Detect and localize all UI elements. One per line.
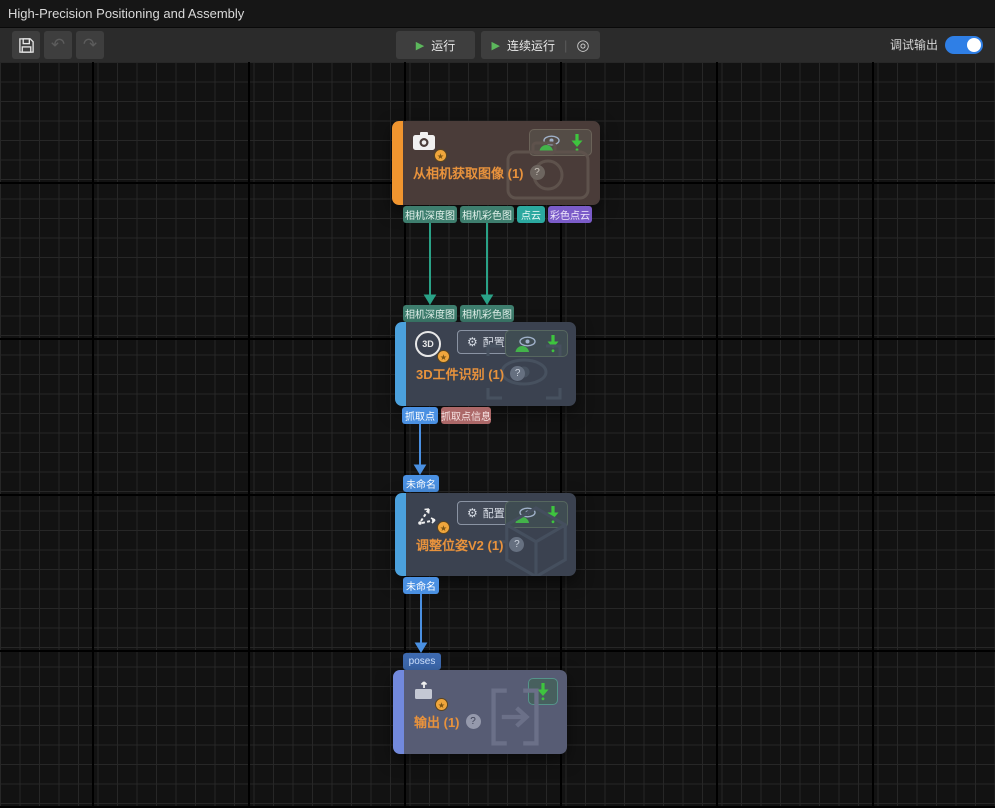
port-pick-point[interactable]: 抓取点 — [402, 407, 438, 424]
node-category-strip — [395, 493, 406, 576]
undo-button[interactable]: ↶ — [44, 31, 72, 59]
node-title-text: 3D工件识别 (1) — [416, 364, 504, 383]
step-run-icon[interactable] — [571, 133, 583, 152]
node-title: 调整位姿V2 (1) ? — [416, 535, 524, 554]
node-category-strip — [395, 322, 406, 406]
graph-canvas[interactable]: ★ — [0, 62, 995, 808]
debug-output-label: 调试输出 — [890, 28, 938, 62]
help-icon[interactable]: ? — [509, 537, 524, 552]
visualize-output-icon[interactable] — [538, 134, 562, 152]
step-run-icon[interactable] — [547, 334, 559, 353]
continuous-run-label: 连续运行 — [507, 37, 555, 54]
port-camera-depth-map-in[interactable]: 相机深度图 — [403, 305, 457, 322]
star-badge-icon: ★ — [435, 698, 448, 711]
help-icon[interactable]: ? — [530, 165, 545, 180]
continuous-run-button[interactable]: ▶ 连续运行 | ◎ — [481, 31, 600, 59]
node-header-actions — [505, 330, 568, 357]
save-icon — [18, 37, 35, 54]
play-icon: ▶ — [492, 39, 500, 52]
node-title-text: 从相机获取图像 (1) — [413, 163, 524, 182]
node-title: 输出 (1) ? — [414, 712, 481, 731]
port-camera-color-map-in[interactable]: 相机彩色图 — [460, 305, 514, 322]
node-recognition-input-ports: 相机深度图 相机彩色图 — [403, 305, 514, 322]
port-color-point-cloud[interactable]: 彩色点云 — [548, 206, 592, 223]
port-poses[interactable]: poses — [403, 653, 441, 670]
gear-icon: ⚙ — [467, 506, 478, 520]
node-adjust-input-ports: 未命名 — [403, 475, 439, 492]
title-bar: High-Precision Positioning and Assembly — [0, 0, 995, 28]
node-capture-from-camera[interactable]: ★ — [392, 121, 600, 205]
run-label: 运行 — [431, 37, 455, 54]
output-step-icon: ★ — [413, 679, 443, 707]
node-capture-output-ports: 相机深度图 相机彩色图 点云 彩色点云 — [403, 206, 592, 223]
3d-recognition-icon: 3D ★ — [415, 331, 445, 359]
window-title: High-Precision Positioning and Assembly — [8, 0, 244, 28]
undo-icon: ↶ — [51, 35, 65, 55]
app-window: High-Precision Positioning and Assembly … — [0, 0, 995, 808]
node-category-strip — [393, 670, 404, 754]
edge-poses — [416, 594, 427, 652]
help-icon[interactable]: ? — [510, 366, 525, 381]
node-adjust-poses-v2[interactable]: ★ ⚙ 配置向导 — [395, 493, 576, 576]
node-header-actions — [528, 678, 558, 705]
help-icon[interactable]: ? — [466, 714, 481, 729]
toolbar: ↶ ↷ ▶ 运行 ▶ 连续运行 | ◎ 调试输出 — [0, 28, 995, 62]
port-camera-depth-map[interactable]: 相机深度图 — [403, 206, 457, 223]
node-title-text: 调整位姿V2 (1) — [416, 535, 503, 554]
step-run-icon[interactable] — [537, 682, 549, 701]
gear-icon: ⚙ — [467, 335, 478, 349]
camera-icon: ★ — [412, 130, 442, 158]
node-adjust-output-ports: 未命名 — [403, 577, 439, 594]
redo-button[interactable]: ↷ — [76, 31, 104, 59]
star-badge-icon: ★ — [437, 521, 450, 534]
node-recognition-output-ports: 抓取点 抓取点信息 — [402, 407, 491, 424]
redo-icon: ↷ — [83, 35, 97, 55]
edge-color-map — [482, 223, 493, 304]
star-badge-icon: ★ — [437, 350, 450, 363]
node-output[interactable]: ★ 输出 (1) ? — [393, 670, 567, 754]
visualize-output-icon[interactable] — [514, 335, 538, 353]
toggle-knob — [967, 38, 981, 52]
edge-depth-map — [425, 223, 436, 304]
port-point-cloud[interactable]: 点云 — [517, 206, 545, 223]
step-run-icon[interactable] — [547, 505, 559, 524]
star-badge-icon: ★ — [434, 149, 447, 162]
node-output-input-ports: poses — [403, 653, 441, 670]
save-button[interactable] — [12, 31, 40, 59]
node-title: 3D工件识别 (1) ? — [416, 364, 525, 383]
node-3d-workpiece-recognition[interactable]: 3D ★ ⚙ 配置向导 — [395, 322, 576, 406]
play-icon: ▶ — [416, 39, 424, 52]
visualize-output-icon[interactable] — [514, 506, 538, 524]
port-pick-point-info[interactable]: 抓取点信息 — [441, 407, 491, 424]
run-settings-icon[interactable]: ◎ — [576, 36, 589, 54]
port-unnamed-in[interactable]: 未命名 — [403, 475, 439, 492]
edge-pick-point — [415, 424, 426, 474]
port-unnamed-out[interactable]: 未命名 — [403, 577, 439, 594]
separator: | — [564, 38, 567, 53]
node-title-text: 输出 (1) — [414, 712, 460, 731]
adjust-pose-icon: ★ — [415, 502, 445, 530]
port-camera-color-map[interactable]: 相机彩色图 — [460, 206, 514, 223]
debug-output-toggle[interactable] — [945, 36, 983, 54]
node-title: 从相机获取图像 (1) ? — [413, 163, 545, 182]
node-header-actions — [529, 129, 592, 156]
node-header-actions — [505, 501, 568, 528]
node-category-strip — [392, 121, 403, 205]
run-button[interactable]: ▶ 运行 — [396, 31, 475, 59]
